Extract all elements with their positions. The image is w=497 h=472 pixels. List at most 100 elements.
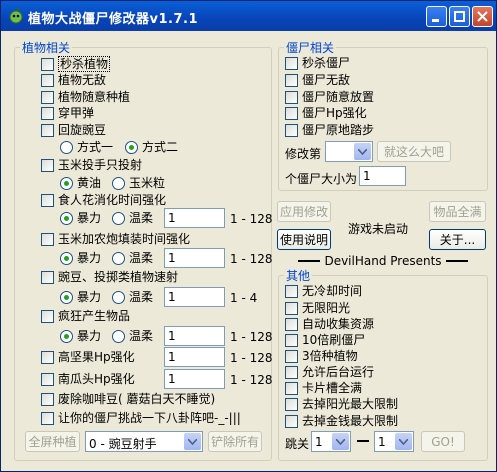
tallnut-value-input[interactable] [164, 347, 225, 367]
checkbox[interactable] [285, 90, 298, 104]
checkbox[interactable] [41, 232, 54, 246]
zombie-index-select[interactable] [325, 141, 373, 162]
checkbox[interactable] [285, 284, 298, 298]
about-button[interactable]: 关于... [429, 229, 486, 250]
unlimited-sun[interactable]: 无限阳光 [285, 301, 350, 315]
radio[interactable] [112, 176, 125, 190]
help-button[interactable]: 使用说明 [277, 229, 331, 250]
remove-all-button[interactable]: 铲除所有 [208, 431, 262, 452]
checkbox[interactable] [285, 301, 298, 315]
free-plant[interactable]: 植物随意种植 [41, 90, 130, 104]
checkbox[interactable] [41, 392, 54, 406]
chevron-down-icon[interactable] [395, 433, 412, 450]
checkbox[interactable] [285, 333, 298, 347]
ten-zombies[interactable]: 10倍刷僵尸 [285, 333, 365, 347]
triple-plant[interactable]: 3倍种植物 [285, 349, 358, 363]
pierce-bullet[interactable]: 穿甲弹 [41, 106, 94, 120]
zombie-stand-still[interactable]: 僵尸原地踏步 [285, 123, 374, 137]
radio[interactable] [60, 140, 73, 154]
checkbox[interactable] [285, 106, 298, 120]
checkbox[interactable] [285, 349, 298, 363]
checkbox[interactable] [41, 158, 54, 172]
zombie-hp-boost[interactable]: 僵尸Hp强化 [285, 106, 367, 120]
zombie-size-input[interactable] [359, 166, 406, 186]
tallnut-hp[interactable]: 高坚果Hp强化 [41, 350, 135, 364]
chomper-value-input[interactable] [164, 208, 225, 228]
violent-radio-3[interactable]: 暴力 [60, 290, 101, 304]
checkbox[interactable] [41, 411, 54, 425]
violent-radio-1[interactable]: 暴力 [60, 211, 101, 225]
checkbox[interactable] [285, 381, 298, 395]
produce-value-input[interactable] [164, 326, 225, 346]
auto-collect[interactable]: 自动收集资源 [285, 317, 374, 331]
radio[interactable] [112, 211, 125, 225]
title-bar[interactable]: 植物大战僵尸修改器v1.7.1 [1, 1, 496, 31]
set-size-button[interactable]: 就这么大吧 [377, 141, 451, 162]
radio[interactable] [112, 251, 125, 265]
money-limit[interactable]: 去掉金钱最大限制 [285, 414, 398, 428]
checkbox[interactable] [285, 73, 298, 87]
mode-two-radio[interactable]: 方式二 [125, 140, 178, 154]
checkbox[interactable] [285, 56, 298, 70]
crazy-produce[interactable]: 疯狂产生物品 [41, 309, 130, 323]
checkbox[interactable] [41, 309, 54, 323]
violent-radio-2[interactable]: 暴力 [60, 251, 101, 265]
gossip-array[interactable]: 让你的僵尸挑战一下八卦阵吧-_-||| [41, 411, 241, 425]
rotate-peas[interactable]: 回旋豌豆 [41, 123, 106, 137]
gentle-radio-3[interactable]: 温柔 [112, 290, 153, 304]
radio[interactable] [60, 329, 73, 343]
chevron-down-icon[interactable] [332, 433, 349, 450]
radio[interactable] [60, 176, 73, 190]
level-select-a[interactable]: 1 [311, 431, 351, 452]
free-place-zombies[interactable]: 僵尸随意放置 [285, 90, 374, 104]
level-select-b[interactable]: 1 [374, 431, 414, 452]
butter-radio[interactable]: 黄油 [60, 176, 101, 190]
chevron-down-icon[interactable] [184, 433, 201, 450]
checkbox[interactable] [41, 90, 54, 104]
cob-value-input[interactable] [164, 248, 225, 268]
radio[interactable] [60, 251, 73, 265]
sun-limit[interactable]: 去掉阳光最大限制 [285, 397, 398, 411]
checkbox[interactable] [285, 317, 298, 331]
checkbox[interactable] [41, 193, 54, 207]
corn-launcher[interactable]: 玉米投手只投射 [41, 158, 142, 172]
checkbox[interactable] [285, 123, 298, 137]
checkbox[interactable] [41, 270, 54, 284]
chevron-down-icon[interactable] [354, 143, 371, 160]
checkbox[interactable] [41, 123, 54, 137]
checkbox[interactable] [41, 73, 54, 87]
cob-cannon-boost[interactable]: 玉米加农炮填装时间强化 [41, 232, 190, 246]
shooter-speed[interactable]: 豌豆、投掷类植物速射 [41, 270, 178, 284]
radio[interactable] [112, 329, 125, 343]
pumpkin-hp[interactable]: 南瓜头Hp强化 [41, 372, 135, 386]
shooter-value-input[interactable] [164, 287, 225, 307]
close-button[interactable] [472, 6, 493, 27]
checkbox[interactable] [285, 365, 298, 379]
maximize-button[interactable] [449, 6, 470, 27]
pumpkin-value-input[interactable] [164, 369, 225, 389]
radio[interactable] [60, 290, 73, 304]
mode-one-radio[interactable]: 方式一 [60, 140, 113, 154]
gentle-radio-4[interactable]: 温柔 [112, 329, 153, 343]
background-run[interactable]: 允许后台运行 [285, 365, 374, 379]
kernel-radio[interactable]: 玉米粒 [112, 176, 165, 190]
checkbox[interactable] [285, 397, 298, 411]
gentle-radio-2[interactable]: 温柔 [112, 251, 153, 265]
fill-screen-button[interactable]: 全屏种植 [25, 431, 80, 452]
instant-kill-plants[interactable]: 秒杀植物 [41, 56, 111, 72]
checkbox[interactable] [285, 414, 298, 428]
go-button[interactable]: GO! [421, 431, 465, 452]
remove-coffee[interactable]: 废除咖啡豆( 蘑菇白天不睡觉) [41, 392, 215, 406]
checkbox[interactable] [41, 106, 54, 120]
minimize-button[interactable] [426, 6, 447, 27]
violent-radio-4[interactable]: 暴力 [60, 329, 101, 343]
plants-invincible[interactable]: 植物无敌 [41, 73, 106, 87]
zombies-invincible[interactable]: 僵尸无敌 [285, 73, 350, 87]
chomper-boost[interactable]: 食人花消化时间强化 [41, 193, 166, 207]
card-slot-full[interactable]: 卡片槽全满 [285, 381, 362, 395]
radio[interactable] [60, 211, 73, 225]
checkbox[interactable] [41, 57, 54, 71]
gentle-radio-1[interactable]: 温柔 [112, 211, 153, 225]
radio[interactable] [112, 290, 125, 304]
no-cooldown[interactable]: 无冷却时间 [285, 284, 362, 298]
